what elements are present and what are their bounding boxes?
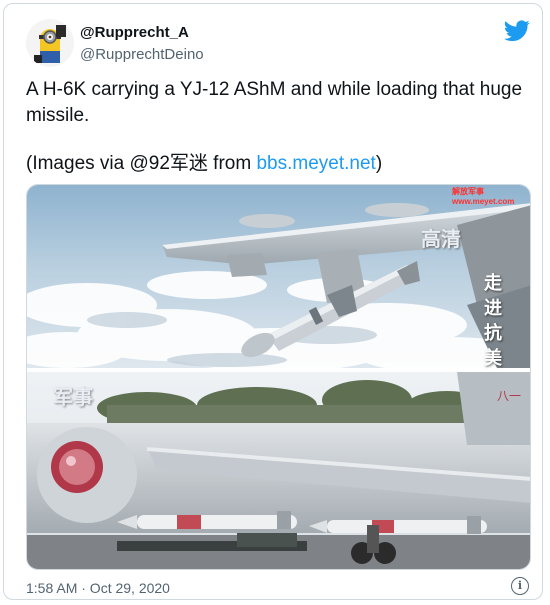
- vertical-caption: 走进抗美: [484, 273, 502, 368]
- avatar[interactable]: [26, 19, 74, 67]
- credit-user: @92军迷: [129, 153, 208, 174]
- tweet-timestamp[interactable]: 1:58 AM · Oct 29, 2020: [26, 580, 170, 596]
- photo-inflight: [27, 185, 530, 373]
- credit-from: from: [207, 153, 257, 174]
- tweet-text: A H-6K carrying a YJ-12 AShM and while l…: [26, 77, 531, 177]
- author-handle[interactable]: @RupprechtDeino: [80, 46, 204, 63]
- minion-avatar-icon: [26, 19, 74, 67]
- tweet-credit: (Images via @92军迷 from bbs.meyet.net): [26, 151, 531, 177]
- author-display-name[interactable]: @Rupprecht_A: [80, 24, 189, 41]
- info-icon[interactable]: i: [511, 577, 529, 595]
- photo-ground: 八一: [27, 372, 530, 569]
- tweet-media[interactable]: 八一 高清 走 进 抗 美 解放军事 www.meyet.com 军事: [26, 184, 531, 570]
- watermark-military: 军事: [53, 387, 93, 409]
- credit-prefix: (Images via: [26, 153, 130, 174]
- watermark-hd: 高清: [421, 229, 461, 251]
- credit-suffix: ): [375, 153, 383, 174]
- corner-watermark: 解放军事 www.meyet.com: [452, 187, 515, 206]
- twitter-bird-icon[interactable]: [504, 20, 530, 42]
- svg-text:八一: 八一: [497, 389, 521, 403]
- tweet-card: @Rupprecht_A @RupprechtDeino A H-6K carr…: [3, 3, 543, 600]
- tweet-line-1: A H-6K carrying a YJ-12 AShM and while l…: [26, 79, 523, 126]
- credit-link[interactable]: bbs.meyet.net: [256, 153, 375, 174]
